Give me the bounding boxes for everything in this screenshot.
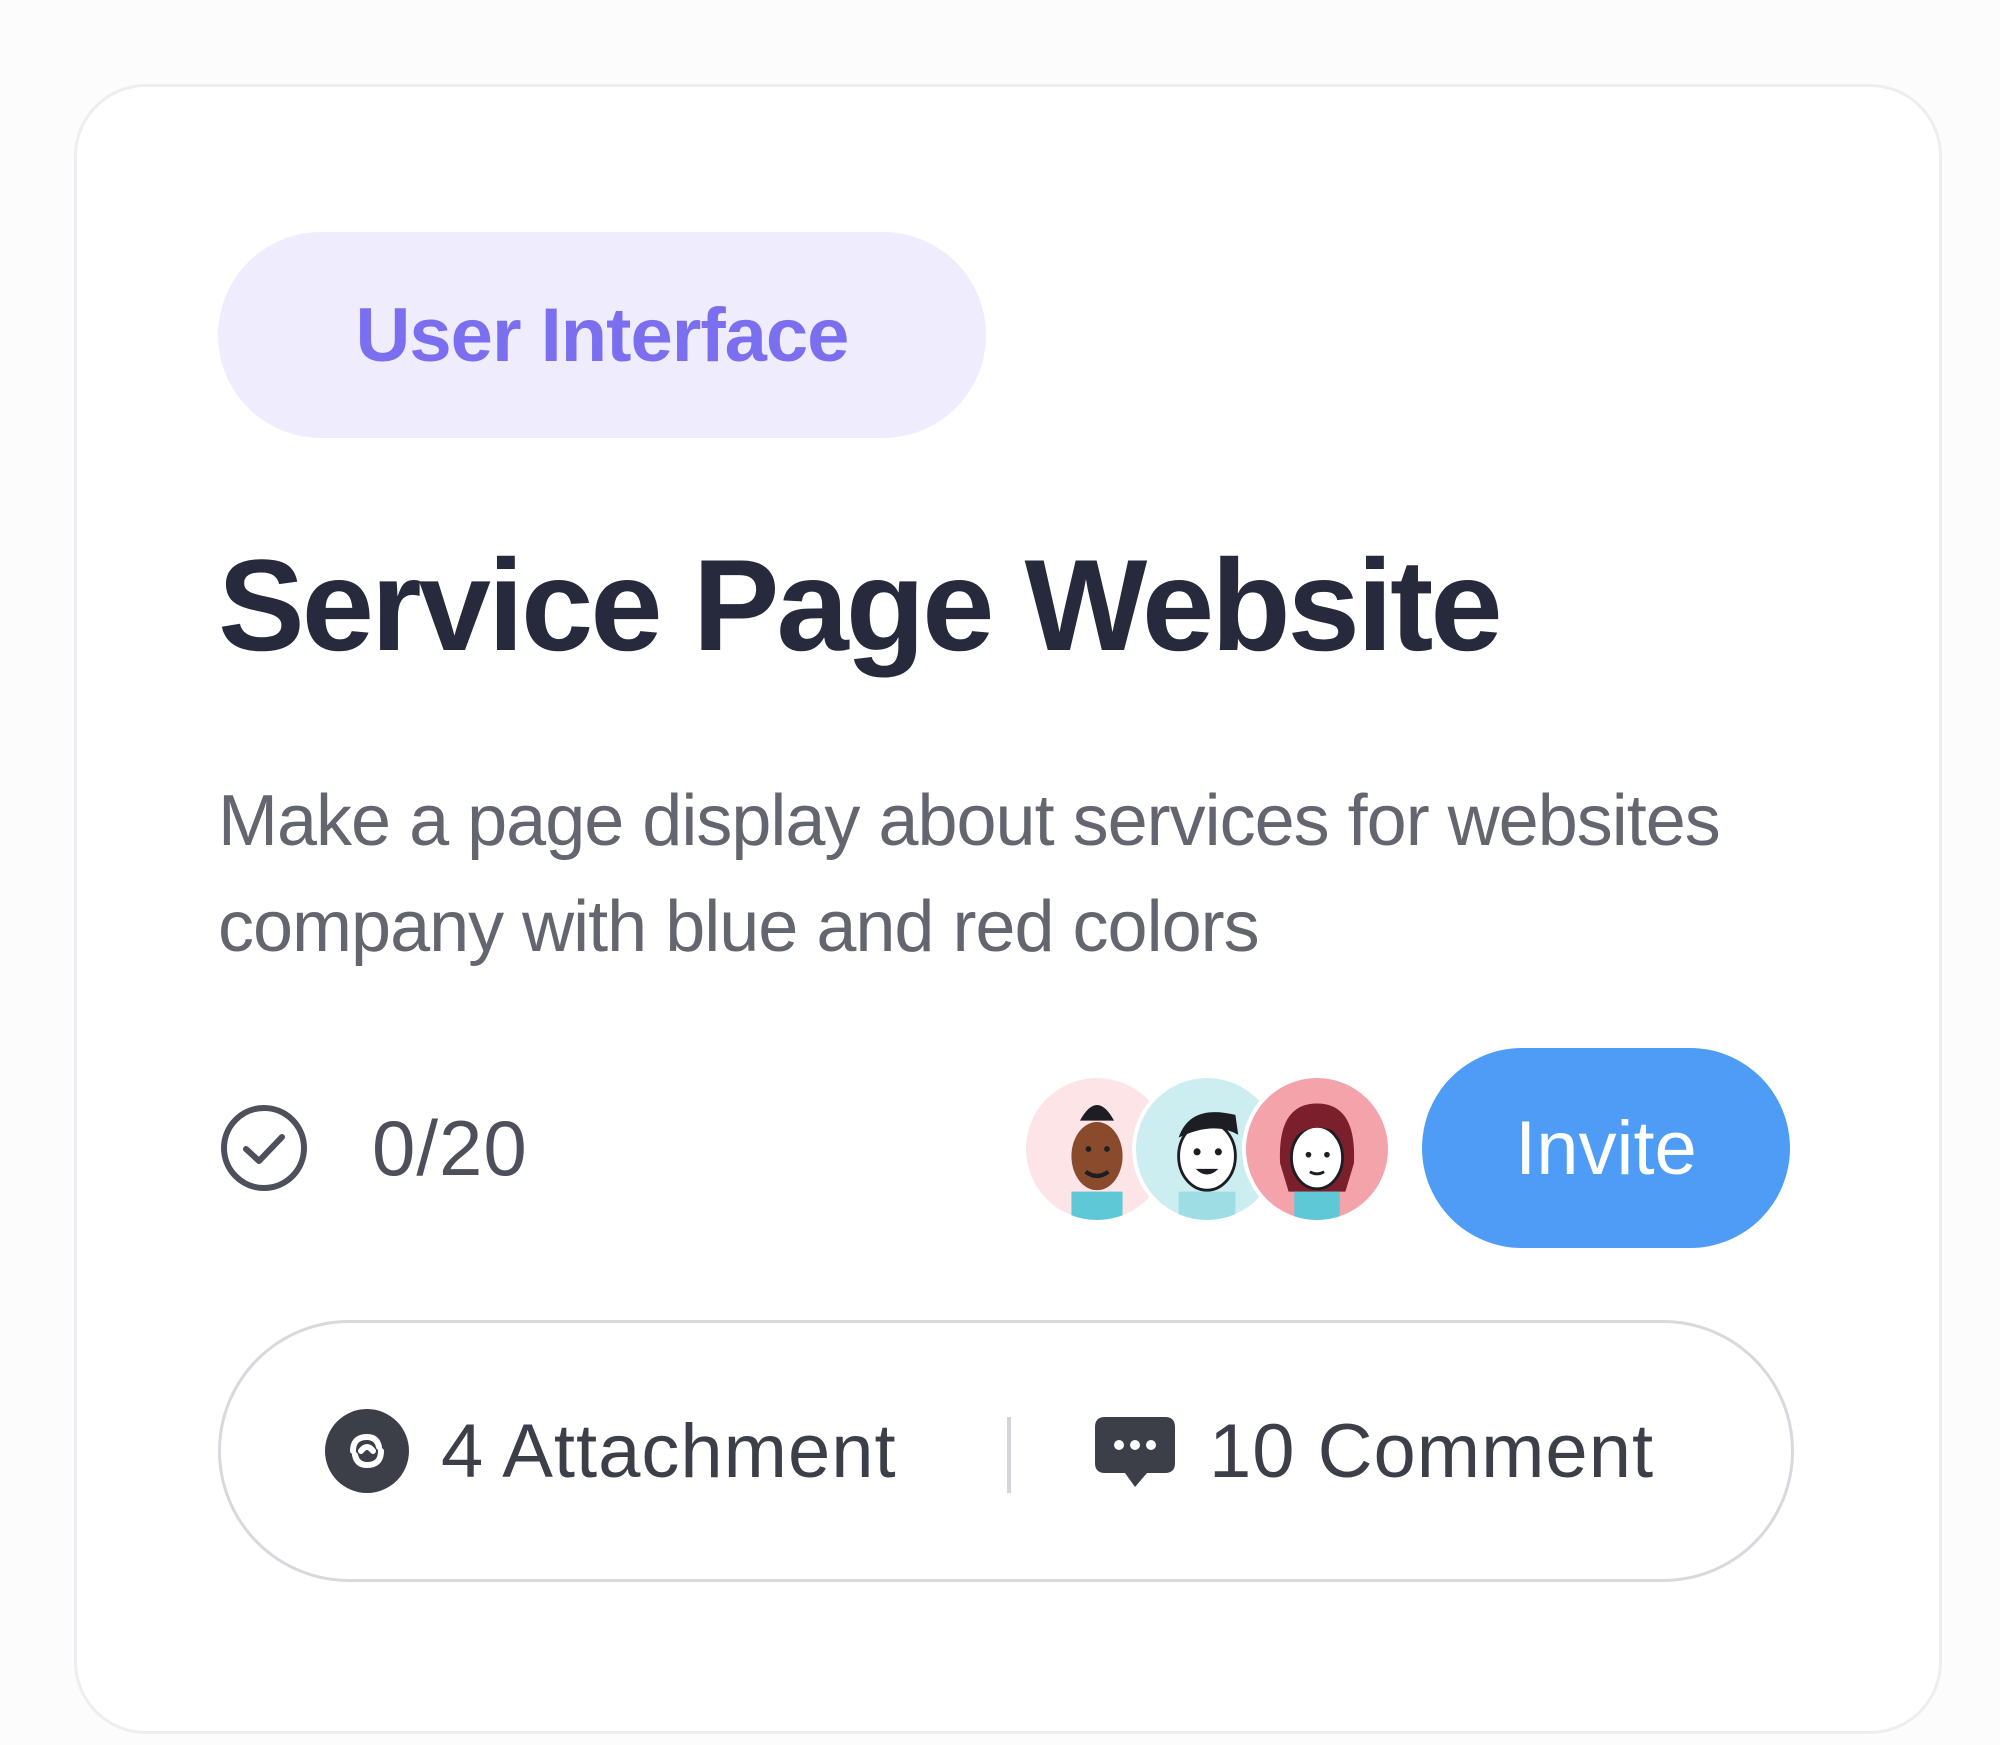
task-progress: 0/20 — [218, 1098, 528, 1198]
comment-count: 10 Comment — [1209, 1408, 1655, 1494]
member-avatars[interactable] — [1022, 1068, 1402, 1228]
category-tag: User Interface — [218, 232, 986, 438]
comment-link[interactable]: 10 Comment — [1091, 1323, 1654, 1579]
invite-button[interactable]: Invite — [1422, 1048, 1790, 1248]
card-footer: 4 Attachment 10 Comment — [218, 1320, 1794, 1582]
attachment-link-icon — [323, 1407, 411, 1495]
card-title: Service Page Website — [218, 532, 1503, 678]
footer-divider — [1007, 1417, 1011, 1493]
attachment-link[interactable]: 4 Attachment — [323, 1323, 897, 1579]
progress-count: 0/20 — [372, 1103, 528, 1192]
chat-bubble-icon — [1091, 1407, 1179, 1495]
check-circle-icon — [218, 1102, 310, 1194]
card-description: Make a page display about services for w… — [218, 781, 1721, 967]
avatar[interactable] — [1242, 1074, 1392, 1224]
attachment-count: 4 Attachment — [441, 1408, 897, 1494]
